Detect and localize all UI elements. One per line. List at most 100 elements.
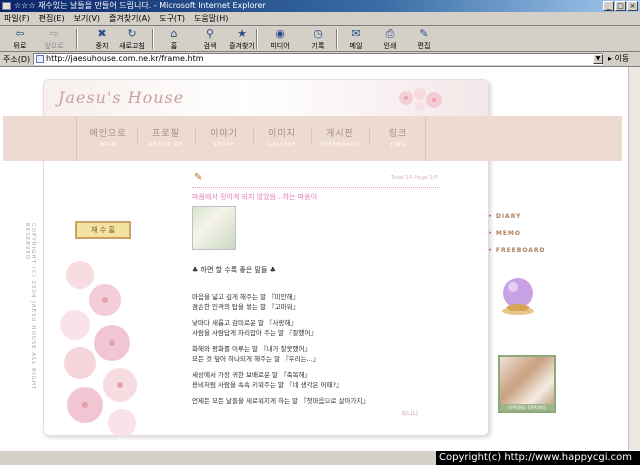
toolbar-separator [256, 29, 258, 49]
menu-file[interactable]: 파일(F) [4, 13, 30, 24]
toolbar-button-label: 중지 [95, 42, 109, 50]
bullet-icon: • [488, 213, 493, 220]
post-line: 마음을 넓고 깊게 해주는 말 『미안해』 [192, 293, 300, 301]
site-logo[interactable]: Jaesu's House [58, 88, 184, 107]
address-label: 주소(D) [3, 55, 31, 64]
toolbar-button-9[interactable]: ✉ 메일 [342, 28, 370, 51]
side-menu-label: DIARY [495, 213, 522, 220]
toolbar-button-1[interactable]: ⇨ 앞으로 [40, 28, 68, 51]
menu-favorites[interactable]: 즐겨찾기(A) [109, 13, 150, 24]
bullet-icon: • [488, 247, 493, 254]
toolbar-button-label: 미디어 [270, 42, 290, 50]
post-page-meta: Total 14 Page 1/5 [390, 175, 438, 181]
window-title: ☆☆☆ 재수있는 날들을 만들어 드립니다. - Microsoft Inter… [14, 1, 266, 10]
menu-view[interactable]: 보기(V) [74, 13, 100, 24]
back-arrow-icon: ⇦ [15, 27, 25, 40]
minimize-button[interactable]: _ [603, 1, 614, 11]
toolbar-button-label: 편집 [417, 42, 431, 50]
nav-label: 게시판 [326, 129, 354, 139]
nav-label: 프로필 [152, 129, 180, 139]
nav-sublabel: GALLERY [267, 142, 297, 148]
side-menu-diary[interactable]: • DIARY [488, 213, 558, 220]
toolbar-button-label: 홈 [170, 42, 178, 50]
toolbar-button-0[interactable]: ⇦ 뒤로 [6, 28, 34, 51]
standard-toolbar: ⇦ 뒤로 ⇨ 앞으로 ✖ 중지 ↻ 새로고침 ⌂ 홈 ⚲ 검색 ★ 즐겨찾기 ◉ 미디어 ◷ 기록 ✉ 메일 ⎙ 인쇄 ✎ 편… [0, 26, 640, 52]
post-title[interactable]: 마음에서 정이게 되지 않았음...하는 마음이 [192, 192, 317, 202]
print-icon: ⎙ [385, 27, 395, 40]
toolbar-button-2[interactable]: ✖ 중지 [88, 28, 116, 51]
post-signature: 지니니 [401, 411, 418, 418]
page-viewport[interactable]: Jaesu's House 메인으로 MAIN 프로필 ABOUT ME 이야기… [0, 67, 628, 450]
site-navigation: 메인으로 MAIN 프로필 ABOUT ME 이야기 STORY 이미지 GAL… [3, 116, 622, 161]
side-menu: • DIARY • MEMO • FREEBOARD [488, 213, 558, 264]
logo-band: Jaesu's House [44, 80, 488, 116]
toolbar-button-label: 인쇄 [383, 42, 397, 50]
toolbar-button-11[interactable]: ✎ 편집 [410, 28, 438, 51]
nav-gallery[interactable]: 이미지 GALLERY [253, 126, 311, 148]
refresh-icon: ↻ [127, 27, 137, 40]
nav-items: 메인으로 MAIN 프로필 ABOUT ME 이야기 STORY 이미지 GAL… [76, 116, 426, 161]
post-line: 세상에서 가장 귀한 보배로운 말 『축복해』 [192, 371, 312, 379]
toolbar-button-label: 메일 [349, 42, 363, 50]
menu-help[interactable]: 도움말(H) [194, 13, 228, 24]
side-menu-label: FREEBOARD [495, 247, 546, 254]
toolbar-button-label: 즐겨찾기 [229, 42, 255, 50]
toolbar-separator [152, 29, 154, 49]
cherry-blossom-decoration [399, 88, 442, 111]
mail-icon: ✉ [351, 27, 361, 40]
window-titlebar[interactable]: ☆☆☆ 재수있는 날들을 만들어 드립니다. - Microsoft Inter… [0, 0, 640, 12]
toolbar-button-label: 뒤로 [13, 42, 27, 50]
post-line: 낯마다 새롭고 감미로운 말 『사랑해』 [192, 319, 297, 327]
home-badge-button[interactable]: 재 수 홈 [75, 221, 131, 239]
address-dropdown-button[interactable]: ▼ [593, 54, 603, 64]
banner-caption: SPRING SPRING SPRING SP [500, 404, 554, 411]
address-bar: 주소(D) http://jaesuhouse.com.ne.kr/frame.… [0, 52, 640, 67]
nav-story[interactable]: 이야기 STORY [195, 126, 253, 148]
nav-profile[interactable]: 프로필 ABOUT ME [137, 126, 195, 148]
vertical-scrollbar[interactable] [628, 67, 640, 450]
toolbar-button-10[interactable]: ⎙ 인쇄 [376, 28, 404, 51]
toolbar-button-5[interactable]: ⚲ 검색 [196, 28, 224, 51]
menu-bar: 파일(F) 편집(E) 보기(V) 즐겨찾기(A) 도구(T) 도움말(H) [0, 12, 640, 26]
menu-tools[interactable]: 도구(T) [159, 13, 185, 24]
vertical-copyright: COPYRIGHT (C) 2004 JAESU HOUSE ALL RIGHT… [24, 223, 36, 391]
toolbar-button-6[interactable]: ★ 즐겨찾기 [228, 28, 256, 51]
post-line: 사람을 사람답게 자리잡아 주는 말 『잘했어』 [192, 329, 317, 337]
nav-freeboard[interactable]: 게시판 FREEBOARD [311, 126, 369, 148]
toolbar-button-4[interactable]: ⌂ 홈 [160, 28, 188, 51]
toolbar-button-label: 기록 [311, 42, 325, 50]
post-thumbnail-image[interactable] [192, 206, 236, 250]
media-icon: ◉ [275, 27, 285, 40]
nav-label: 이야기 [210, 129, 238, 139]
pencil-icon: ✎ [194, 172, 203, 183]
nav-label: 메인으로 [89, 129, 127, 139]
post-header: ✎ Total 14 Page 1/5 [192, 172, 440, 188]
stop-icon: ✖ [97, 27, 107, 40]
bullet-icon: • [488, 230, 493, 237]
side-menu-freeboard[interactable]: • FREEBOARD [488, 247, 558, 254]
nav-main[interactable]: 메인으로 MAIN [79, 126, 137, 148]
post-line: 겸손한 인격의 탑을 쌓는 말 『고마워』 [192, 303, 300, 311]
go-button[interactable]: ▸ 이동 [608, 53, 638, 65]
copyright-watermark: Copyright(c) http://www.happycgi.com [436, 451, 640, 465]
cherry-blossom-illustration [60, 261, 137, 437]
nav-link[interactable]: 링크 LINK [369, 126, 427, 148]
nav-sublabel: MAIN [99, 142, 117, 148]
close-button[interactable]: × [627, 1, 638, 11]
side-menu-memo[interactable]: • MEMO [488, 230, 558, 237]
toolbar-button-label: 앞으로 [44, 42, 64, 50]
nav-label: 링크 [388, 129, 408, 139]
home-icon: ⌂ [170, 27, 178, 40]
go-label: 이동 [614, 54, 630, 63]
toolbar-button-7[interactable]: ◉ 미디어 [266, 28, 294, 51]
menu-edit[interactable]: 편집(E) [39, 13, 65, 24]
toolbar-button-8[interactable]: ◷ 기록 [304, 28, 332, 51]
address-input[interactable]: http://jaesuhouse.com.ne.kr/frame.htm [33, 53, 603, 65]
toolbar-button-3[interactable]: ↻ 새로고침 [118, 28, 146, 51]
nav-sublabel: LINK [390, 142, 406, 148]
toolbar-button-label: 새로고침 [119, 42, 145, 50]
spring-banner-image[interactable]: SPRING SPRING SPRING SP [498, 355, 556, 413]
post-content: ✎ Total 14 Page 1/5 마음에서 정이게 되지 않았음...하는… [192, 172, 440, 418]
nav-sublabel: ABOUT ME [148, 142, 184, 148]
maximize-button[interactable]: □ [615, 1, 626, 11]
